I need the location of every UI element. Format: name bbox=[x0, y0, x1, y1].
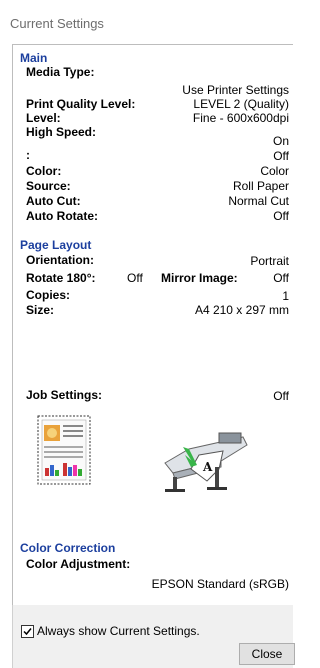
rotate-180-label: Rotate 180°: bbox=[26, 271, 96, 285]
mirror-image-value: Off bbox=[273, 271, 289, 285]
job-settings-value: Off bbox=[273, 389, 289, 403]
source-value: Roll Paper bbox=[232, 179, 289, 193]
job-settings-label: Job Settings: bbox=[26, 388, 103, 402]
orientation-label: Orientation: bbox=[26, 253, 94, 267]
close-button[interactable]: Close bbox=[239, 643, 295, 665]
level-label: Level: bbox=[26, 111, 61, 125]
color-label: Color: bbox=[26, 164, 62, 178]
size-value: A4 210 x 297 mm bbox=[194, 303, 289, 317]
section-page-layout-heading: Page Layout bbox=[20, 238, 92, 252]
level-value: Fine - 600x600dpi bbox=[192, 111, 289, 125]
print-quality-label: Print Quality Level: bbox=[26, 97, 136, 111]
copies-value: 1 bbox=[282, 289, 289, 303]
auto-cut-value: Normal Cut bbox=[228, 194, 289, 208]
auto-cut-label: Auto Cut: bbox=[26, 194, 81, 208]
media-type-value: Use Printer Settings bbox=[182, 83, 289, 97]
settings-panel: Main Media Type: Use Printer Settings Pr… bbox=[12, 44, 293, 606]
source-label: Source: bbox=[26, 179, 71, 193]
window-title: Current Settings bbox=[10, 16, 104, 31]
checkmark-icon bbox=[23, 628, 32, 636]
color-adjustment-label: Color Adjustment: bbox=[26, 557, 131, 571]
title-bar: Current Settings bbox=[0, 0, 292, 44]
svg-text:A: A bbox=[202, 460, 213, 474]
mirror-image-label: Mirror Image: bbox=[161, 271, 238, 285]
media-type-label: Media Type: bbox=[26, 65, 95, 79]
footer-bar: Always show Current Settings. Close bbox=[12, 605, 295, 668]
size-label: Size: bbox=[26, 303, 55, 317]
blank-setting-label: : bbox=[26, 148, 30, 162]
always-show-checkbox[interactable] bbox=[21, 625, 34, 638]
auto-rotate-value: Off bbox=[273, 209, 289, 223]
page-preview-icon bbox=[37, 415, 91, 485]
high-speed-value: On bbox=[272, 134, 289, 148]
rotate-180-value: Off bbox=[127, 271, 143, 285]
printer-icon: A bbox=[164, 432, 248, 492]
print-quality-value: LEVEL 2 (Quality) bbox=[193, 97, 289, 111]
blank-setting-value: Off bbox=[273, 149, 289, 163]
color-value: Color bbox=[260, 164, 289, 178]
always-show-label[interactable]: Always show Current Settings. bbox=[37, 624, 200, 638]
section-color-correction-heading: Color Correction bbox=[20, 541, 116, 555]
color-adjustment-value: EPSON Standard (sRGB) bbox=[151, 577, 289, 591]
high-speed-label: High Speed: bbox=[26, 125, 97, 139]
copies-label: Copies: bbox=[26, 288, 71, 302]
orientation-value: Portrait bbox=[250, 254, 289, 268]
auto-rotate-label: Auto Rotate: bbox=[26, 209, 98, 223]
section-main-heading: Main bbox=[20, 51, 48, 65]
